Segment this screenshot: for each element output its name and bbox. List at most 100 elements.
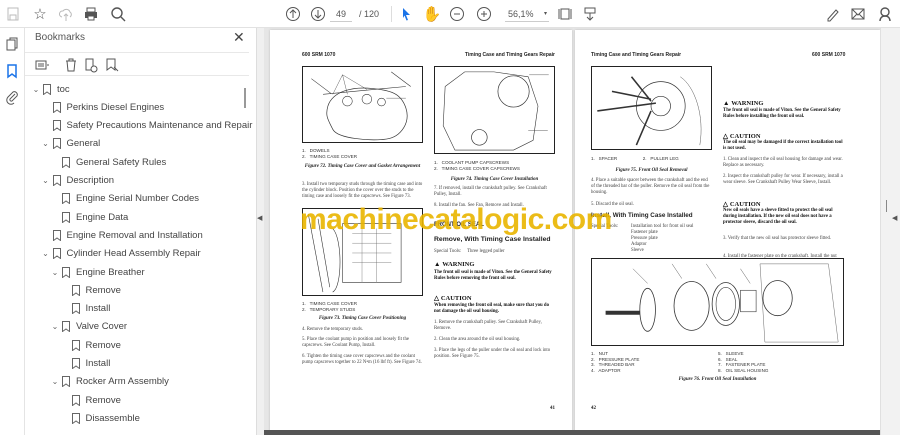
zoom-out-icon[interactable]	[447, 4, 467, 24]
chevron-down-icon[interactable]: ⌄	[41, 249, 51, 258]
figure-75-caption: Figure 75. Front Oil Seal Removal	[615, 168, 688, 173]
page-number: 42	[591, 406, 596, 411]
caution-text: New oil seals have a sleeve fitted to pr…	[723, 208, 833, 225]
bookmark-icon	[52, 120, 61, 132]
step-text: 4. Remove the temporary studs.	[302, 327, 364, 332]
chevron-down-icon[interactable]: ⌄	[41, 176, 51, 185]
figure-76-legend-left: 1. NUT 2. PRESSURE PLATE 3. THREADED BAR…	[591, 351, 640, 373]
figure-75-legend: 1. SPACER 2. PULLER LEG	[591, 156, 679, 161]
bookmark-item[interactable]: Engine Serial Number Codes	[50, 190, 199, 208]
bookmark-icon	[71, 284, 80, 297]
caution-text-label: CAUTION	[729, 133, 761, 140]
document-scrollbar[interactable]: ◀	[880, 28, 900, 435]
chevron-down-icon[interactable]: ⌄	[50, 322, 60, 331]
bookmark-item[interactable]: Engine Removal and Installation	[41, 226, 203, 244]
collapse-right-pane-arrow-icon[interactable]: ◀	[892, 214, 897, 222]
collapse-panel-arrow-icon[interactable]: ◀	[257, 214, 262, 222]
bookmark-item[interactable]: Safety Precautions Maintenance and Repai…	[41, 117, 253, 135]
bookmark-item[interactable]: ⌄ toc	[31, 80, 70, 98]
warning-icon: ▲	[723, 100, 730, 107]
close-icon[interactable]: ✕	[233, 29, 245, 46]
bookmarks-panel-icon[interactable]	[2, 61, 22, 81]
select-cursor-icon[interactable]	[396, 4, 416, 24]
sign-icon[interactable]	[823, 4, 843, 24]
bookmark-icon	[52, 101, 61, 114]
bookmark-label: Safety Precautions Maintenance and Repai…	[66, 120, 253, 132]
attachments-icon[interactable]	[2, 87, 22, 107]
fit-page-icon[interactable]	[555, 4, 575, 24]
bookmark-icon	[71, 358, 80, 370]
bookmark-item[interactable]: ⌄ Rocker Arm Assembly	[50, 373, 169, 391]
figure-75-illustration	[591, 66, 712, 150]
bookmarks-panel: Bookmarks ✕ ⌄ toc Perkins Diesel Engines Sa…	[25, 28, 256, 435]
bookmark-item[interactable]: Perkins Diesel Engines	[41, 98, 165, 116]
bottom-bar	[264, 430, 880, 435]
figure-74-legend: 1. COOLANT PUMP CAPSCREWS 2. TIMING CASE…	[434, 160, 520, 171]
save-icon[interactable]	[3, 4, 23, 24]
hand-icon[interactable]: ✋	[422, 4, 442, 24]
page-number-input[interactable]: 49	[330, 6, 352, 22]
navigation-rail	[0, 28, 25, 435]
chevron-down-icon: ▾	[543, 11, 547, 17]
bookmark-icon	[71, 394, 80, 407]
bookmarks-scrollbar[interactable]	[244, 88, 246, 108]
bookmark-star-icon[interactable]: ☆	[30, 4, 50, 24]
bookmark-item[interactable]: ⌄ Engine Breather	[50, 263, 145, 281]
pdf-page-42: Timing Case and Timing Gears Repair 600 …	[575, 30, 880, 432]
warning-text-label: WARNING	[731, 100, 764, 107]
bookmark-item[interactable]: Remove	[60, 336, 121, 354]
bookmark-item[interactable]: Remove	[60, 391, 121, 409]
bookmark-item[interactable]: Remove	[60, 281, 121, 299]
panel-splitter[interactable]: ◀	[256, 28, 264, 435]
upload-icon[interactable]	[56, 4, 76, 24]
scroll-mode-icon[interactable]	[580, 4, 600, 24]
caution-label: △ CAUTION	[723, 132, 761, 140]
bookmark-item[interactable]: Engine Data	[50, 208, 128, 226]
caution-text: The oil seal may be damaged if the corre…	[723, 140, 843, 151]
mail-icon[interactable]	[848, 4, 868, 24]
bookmark-item[interactable]: General Safety Rules	[50, 153, 166, 171]
step-text: 2. Inspect the crankshaft pulley for wea…	[723, 174, 843, 185]
zoom-level-select[interactable]: 56,1% ▾	[505, 6, 549, 22]
chevron-down-icon[interactable]: ⌄	[31, 85, 41, 94]
chevron-down-icon[interactable]: ⌄	[41, 139, 51, 148]
search-icon[interactable]	[108, 4, 128, 24]
bookmark-item[interactable]: ⌄ Description	[41, 172, 114, 190]
caution-label: △ CAUTION	[723, 200, 761, 208]
bookmark-item[interactable]: Install	[60, 300, 110, 318]
figure-72-legend: 1. DOWELS 2. TIMING CASE COVER	[302, 148, 358, 159]
bookmark-label: General	[66, 138, 101, 150]
caution-icon: △	[723, 133, 728, 140]
warning-text-label: WARNING	[442, 261, 475, 268]
new-bookmark-icon[interactable]	[81, 55, 101, 75]
bookmark-icon	[52, 229, 61, 242]
options-menu-icon[interactable]	[33, 55, 53, 75]
bookmark-item[interactable]: ⌄ General	[41, 135, 101, 153]
bookmark-icon	[62, 156, 70, 169]
bookmarks-title: Bookmarks	[35, 32, 86, 43]
page-header-left: Timing Case and Timing Gears Repair	[591, 52, 682, 58]
page-up-icon[interactable]	[283, 4, 303, 24]
chevron-down-icon[interactable]: ⌄	[50, 377, 60, 386]
bookmark-label: toc	[57, 83, 70, 95]
page-thumbnails-icon[interactable]	[2, 34, 22, 54]
bookmark-item[interactable]: Install	[60, 355, 111, 373]
bookmark-item[interactable]: ⌄ Cylinder Head Assembly Repair	[41, 245, 201, 263]
find-bookmark-icon[interactable]	[102, 55, 122, 75]
print-icon[interactable]	[81, 4, 101, 24]
bookmark-item[interactable]: Disassemble	[60, 409, 140, 427]
delete-bookmark-icon[interactable]	[61, 55, 81, 75]
page-down-icon[interactable]	[308, 4, 328, 24]
zoom-in-icon[interactable]	[474, 4, 494, 24]
chevron-down-icon[interactable]: ⌄	[50, 268, 60, 277]
bookmark-label: Install	[85, 358, 111, 369]
bookmark-icon	[52, 248, 61, 260]
bookmark-label: Remove	[85, 284, 121, 296]
bookmark-label: Cylinder Head Assembly Repair	[66, 248, 201, 260]
scrollbar-thumb[interactable]	[886, 200, 887, 212]
step-text: 3. Install two temporary studs through t…	[302, 182, 423, 199]
bookmark-label: Perkins Diesel Engines	[66, 101, 165, 113]
bookmark-item[interactable]: ⌄ Valve Cover	[50, 318, 127, 336]
divider	[391, 6, 392, 22]
account-icon[interactable]	[875, 4, 895, 24]
